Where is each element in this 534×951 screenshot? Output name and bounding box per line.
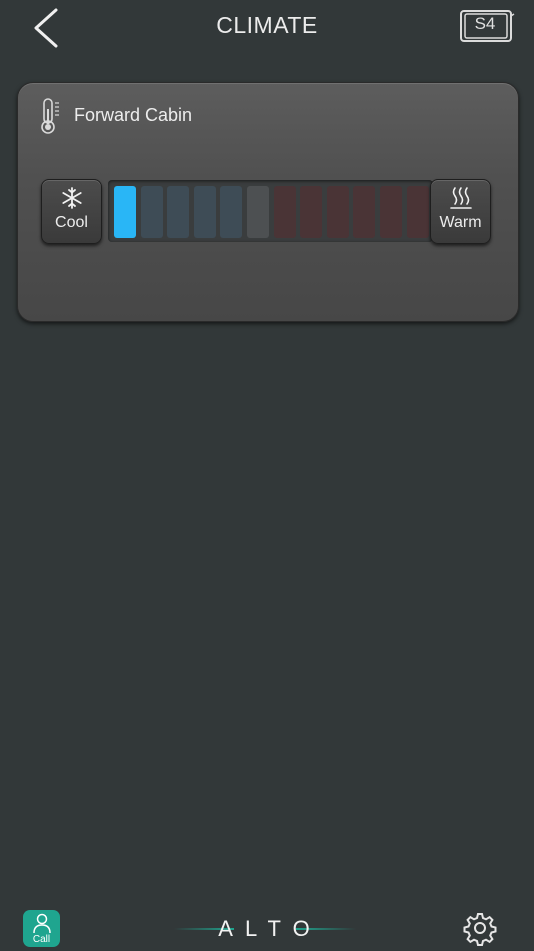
scene-s4-button[interactable]: S4 — [459, 8, 515, 44]
warm-button[interactable]: Warm — [430, 179, 491, 244]
call-label: Call — [32, 934, 51, 945]
warm-label: Warm — [439, 214, 482, 231]
level-segment-7[interactable] — [273, 186, 296, 238]
gear-icon — [463, 913, 497, 946]
call-button[interactable]: Call — [23, 910, 60, 947]
level-segment-2[interactable] — [140, 186, 163, 238]
level-segment-1[interactable] — [114, 186, 136, 238]
header-bar: CLIMATE S4 — [0, 0, 534, 56]
level-segment-3[interactable] — [167, 186, 190, 238]
page-title: CLIMATE — [216, 12, 318, 38]
climate-zone-card: Forward Cabin Cool Warm — [17, 82, 519, 322]
thermometer-icon — [41, 98, 59, 134]
level-segment-4[interactable] — [193, 186, 216, 238]
alto-logo: ALTO — [170, 914, 360, 944]
person-icon — [33, 913, 51, 934]
heat-waves-icon — [431, 186, 490, 215]
level-segment-11[interactable] — [380, 186, 402, 238]
logo-text: ALTO — [218, 916, 322, 941]
level-segment-6[interactable] — [247, 186, 269, 238]
zone-name: Forward Cabin — [74, 105, 193, 125]
level-segment-9[interactable] — [326, 186, 349, 238]
footer-bar: Call ALTO — [0, 900, 534, 950]
settings-button[interactable] — [462, 910, 498, 946]
snowflake-icon — [42, 186, 101, 215]
level-segment-5[interactable] — [220, 186, 243, 238]
scene-label: S4 — [474, 14, 496, 33]
level-segment-8[interactable] — [300, 186, 323, 238]
level-segment-12[interactable] — [406, 186, 429, 238]
cool-label: Cool — [55, 214, 88, 231]
temperature-level-track[interactable] — [108, 180, 433, 242]
cool-button[interactable]: Cool — [41, 179, 102, 244]
level-segment-10[interactable] — [353, 186, 376, 238]
